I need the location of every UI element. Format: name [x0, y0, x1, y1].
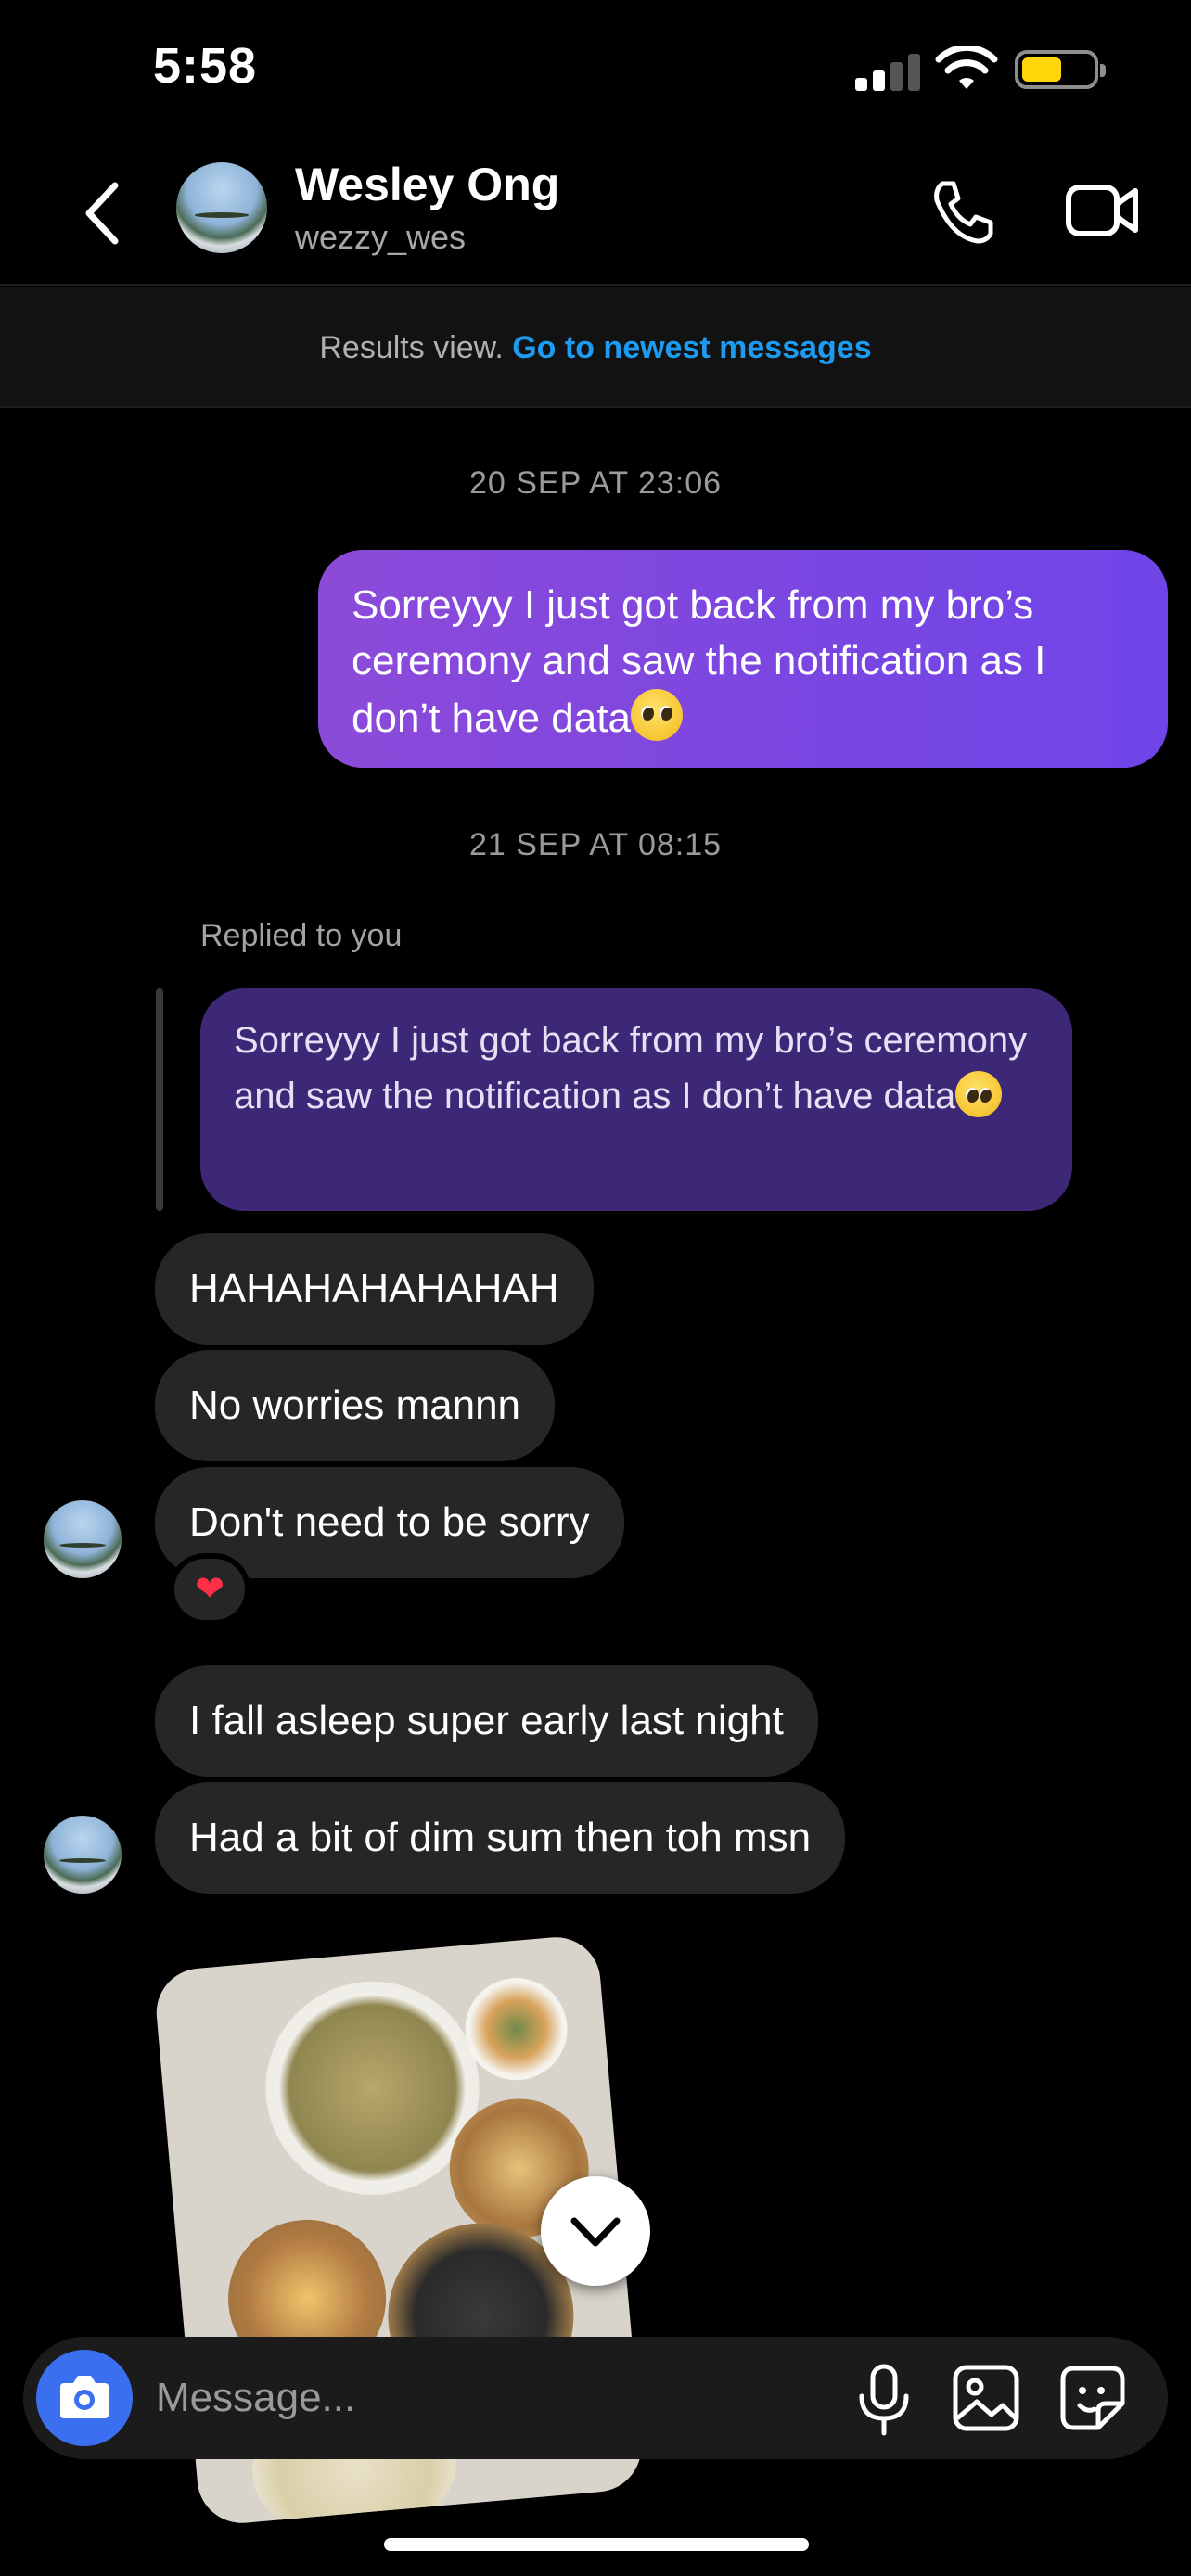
wifi-icon [935, 46, 998, 89]
contact-handle[interactable]: wezzy_wes [295, 218, 466, 257]
home-indicator[interactable] [384, 2538, 809, 2551]
status-time: 5:58 [153, 38, 258, 94]
pleading-face-emoji [630, 689, 683, 741]
battery-icon [1015, 50, 1106, 89]
contact-avatar[interactable] [176, 162, 267, 253]
sender-avatar[interactable] [44, 1816, 122, 1894]
chevron-down-icon[interactable] [541, 2176, 650, 2286]
message-input[interactable] [156, 2337, 805, 2459]
received-message-text: Had a bit of dim sum then toh msn [189, 1815, 812, 1860]
phone-icon[interactable] [928, 176, 998, 247]
received-message-text: No worries mannn [189, 1383, 521, 1428]
results-view-text: Results view. [319, 330, 504, 365]
pleading-face-emoji [955, 1071, 1003, 1117]
gallery-icon[interactable] [951, 2363, 1021, 2433]
quoted-message-bubble[interactable]: Sorreyyy I just got back from my bro’s c… [200, 988, 1072, 1211]
heart-reaction[interactable]: ❤ [169, 1553, 250, 1626]
sent-message-text: Sorreyyy I just got back from my bro’s c… [352, 582, 1046, 741]
status-bar: 5:58 [0, 0, 1191, 139]
back-icon[interactable] [74, 176, 130, 250]
camera-button[interactable] [36, 2350, 133, 2446]
video-icon[interactable] [1065, 178, 1139, 243]
received-message-bubble[interactable]: HAHAHAHAHAHAH [155, 1233, 594, 1345]
mic-icon[interactable] [849, 2363, 919, 2437]
received-message-text: I fall asleep super early last night [189, 1698, 784, 1743]
sent-message-bubble[interactable]: Sorreyyy I just got back from my bro’s c… [318, 550, 1168, 768]
replied-to-you-label: Replied to you [200, 918, 403, 953]
results-banner: Results view. Go to newest messages [0, 287, 1191, 408]
sender-avatar[interactable] [44, 1500, 122, 1578]
received-message-bubble[interactable]: I fall asleep super early last night [155, 1665, 818, 1777]
received-message-text: Don't need to be sorry [189, 1499, 590, 1545]
timestamp: 20 SEP AT 23:06 [468, 465, 723, 501]
quoted-message-text: Sorreyyy I just got back from my bro’s c… [234, 1020, 1028, 1116]
go-to-newest-link[interactable]: Go to newest messages [512, 330, 871, 365]
received-message-bubble[interactable]: Had a bit of dim sum then toh msn [155, 1782, 846, 1894]
contact-name[interactable]: Wesley Ong [295, 158, 559, 211]
reply-indicator-bar [156, 988, 163, 1211]
camera-icon [60, 2376, 109, 2418]
message-composer [23, 2337, 1168, 2459]
received-message-bubble[interactable]: No worries mannn [155, 1350, 556, 1461]
timestamp: 21 SEP AT 08:15 [468, 827, 723, 862]
signal-icon [855, 52, 920, 91]
chat-header: Wesley Ong wezzy_wes [0, 139, 1191, 286]
sticker-icon[interactable] [1057, 2363, 1128, 2433]
received-message-text: HAHAHAHAHAHAH [189, 1266, 559, 1311]
